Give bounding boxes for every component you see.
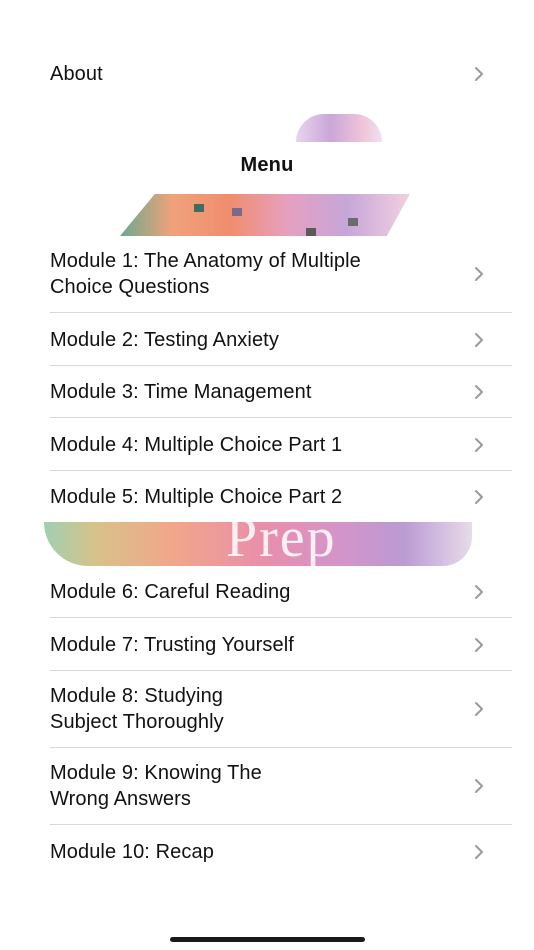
menu-title: Menu [240, 154, 294, 176]
about-row[interactable]: About [50, 60, 512, 88]
module-label: Module 2: Testing Anxiety [50, 329, 279, 351]
module-row[interactable]: Module 1: The Anatomy of Multiple Choice… [50, 248, 512, 300]
chevron-right-icon [475, 702, 483, 716]
module-label: Module 9: Knowing The Wrong Answers [50, 762, 262, 810]
about-label: About [50, 63, 103, 85]
prep-artwork-fragment: Prep [44, 522, 472, 566]
chevron-right-icon [475, 779, 483, 793]
row-divider [50, 470, 512, 471]
row-divider [50, 312, 512, 313]
module-label: Module 3: Time Management [50, 381, 312, 403]
module-label: Module 8: Studying Subject Thoroughly [50, 685, 224, 733]
row-divider [50, 824, 512, 825]
chevron-right-icon [475, 385, 483, 399]
row-divider [50, 417, 512, 418]
module-row[interactable]: Module 7: Trusting Yourself [50, 631, 512, 659]
module-row[interactable]: Module 8: Studying Subject Thoroughly [50, 683, 512, 735]
chevron-right-icon [475, 67, 483, 81]
chevron-right-icon [475, 490, 483, 504]
row-divider [50, 747, 512, 748]
chevron-right-icon [475, 267, 483, 281]
row-divider [50, 365, 512, 366]
artwork-lettering: Prep [226, 522, 337, 566]
module-row[interactable]: Module 4: Multiple Choice Part 1 [50, 431, 512, 459]
row-divider [50, 670, 512, 671]
module-label: Module 10: Recap [50, 841, 214, 863]
chevron-right-icon [475, 585, 483, 599]
module-row[interactable]: Module 2: Testing Anxiety [50, 326, 512, 354]
chevron-right-icon [475, 438, 483, 452]
module-label: Module 6: Careful Reading [50, 581, 291, 603]
chevron-right-icon [475, 333, 483, 347]
module-row[interactable]: Module 6: Careful Reading [50, 578, 512, 606]
banner-artwork-fragment [120, 194, 410, 236]
row-divider [50, 617, 512, 618]
module-row[interactable]: Module 5: Multiple Choice Part 2 [50, 483, 512, 511]
module-label: Module 1: The Anatomy of Multiple Choice… [50, 250, 361, 298]
chevron-right-icon [475, 638, 483, 652]
header-artwork-fragment [296, 114, 382, 142]
module-row[interactable]: Module 3: Time Management [50, 378, 512, 406]
module-label: Module 7: Trusting Yourself [50, 634, 294, 656]
module-row[interactable]: Module 10: Recap [50, 838, 512, 866]
module-row[interactable]: Module 9: Knowing The Wrong Answers [50, 760, 512, 812]
chevron-right-icon [475, 845, 483, 859]
module-label: Module 4: Multiple Choice Part 1 [50, 434, 343, 456]
home-indicator[interactable] [170, 937, 365, 942]
module-label: Module 5: Multiple Choice Part 2 [50, 486, 343, 508]
